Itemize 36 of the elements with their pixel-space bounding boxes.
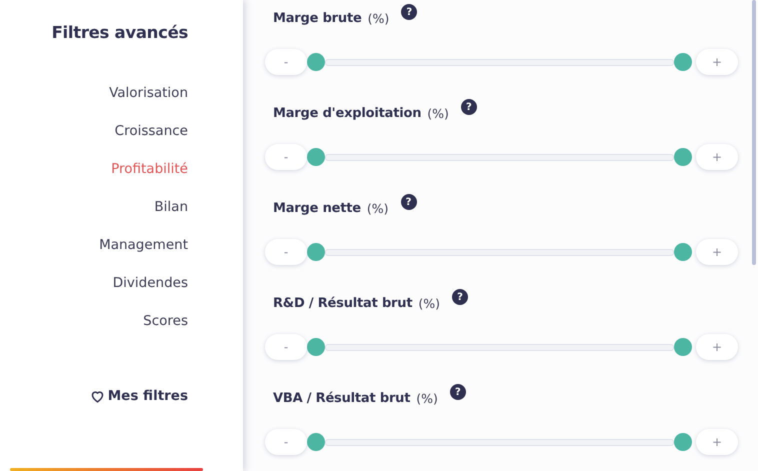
help-icon[interactable]: ? [452, 289, 468, 305]
slider-handle[interactable] [674, 433, 692, 451]
help-icon[interactable]: ? [460, 99, 477, 115]
help-icon[interactable]: ? [450, 384, 466, 400]
unit-label: (%) [368, 10, 390, 26]
slider-handle[interactable] [307, 338, 325, 356]
help-icon[interactable]: ? [400, 194, 417, 210]
sidebar-item[interactable]: Dividendes [112, 274, 188, 292]
slider-handle[interactable] [307, 433, 325, 451]
sidebar-item[interactable]: Management [99, 236, 188, 254]
favorites-link[interactable]: Mes filtres [90, 388, 188, 404]
sidebar-item[interactable]: Croissance [114, 122, 188, 140]
unit-label: (%) [418, 296, 440, 310]
sidebar-item[interactable]: Valorisation [109, 84, 188, 102]
sidebar-item[interactable]: Scores [143, 312, 188, 330]
slider-handle[interactable] [307, 148, 325, 166]
heart-icon [90, 388, 105, 404]
slider-handle[interactable] [307, 243, 325, 261]
filter-label: R&D / Résultat brut [273, 296, 412, 310]
help-icon[interactable]: ? [401, 4, 418, 20]
sidebar-title: Filtres avancés [52, 23, 188, 42]
slider-handle[interactable] [674, 338, 692, 356]
filter-label: Marge d'exploitation [273, 106, 422, 120]
scrollbar[interactable] [752, 0, 756, 265]
filter-label: VBA / Résultat brut [273, 390, 410, 406]
filter-label: Marge nette [273, 200, 361, 216]
sidebar-item[interactable]: Profitabilité [111, 160, 188, 178]
unit-label: (%) [366, 200, 389, 216]
sidebar-item[interactable]: Bilan [154, 198, 188, 216]
unit-label: (%) [427, 106, 449, 120]
slider-handle[interactable] [674, 53, 692, 71]
slider-handle[interactable] [307, 53, 325, 71]
unit-label: (%) [416, 390, 438, 406]
filter-label: Marge brute [273, 10, 362, 26]
slider-handle[interactable] [674, 148, 692, 166]
slider-handle[interactable] [674, 243, 692, 261]
